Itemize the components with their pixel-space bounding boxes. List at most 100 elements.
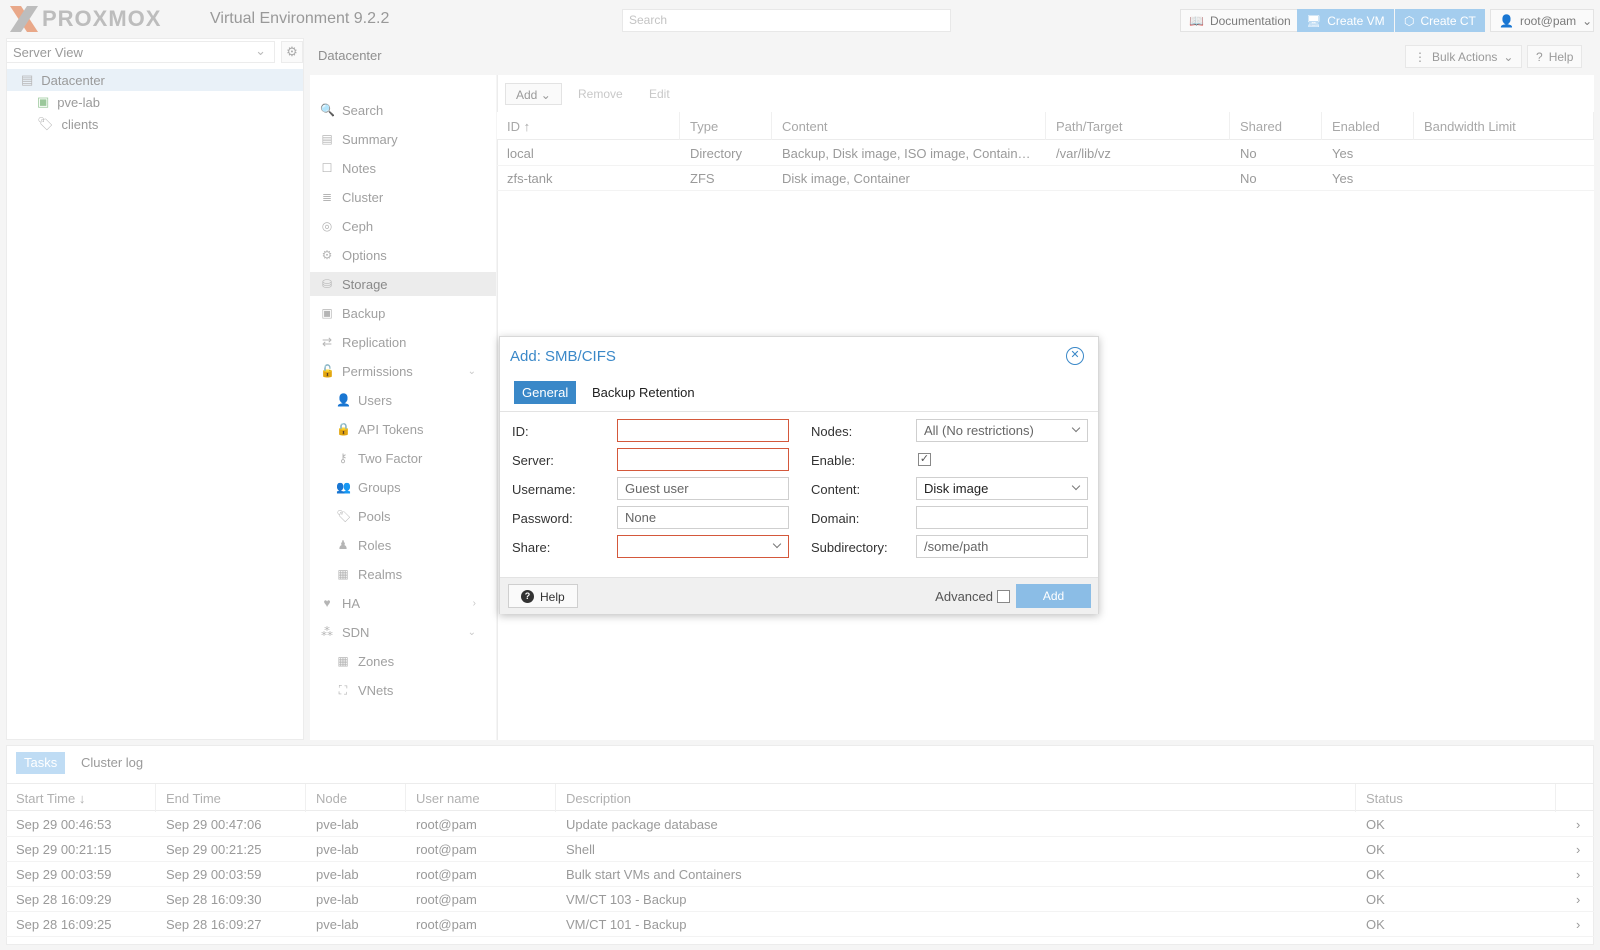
tab-tasks[interactable]: Tasks <box>16 752 66 774</box>
tab-cluster-log[interactable]: Cluster log <box>73 752 151 774</box>
cube-icon: ⬡ <box>1404 14 1415 28</box>
replication-icon: ⇄ <box>321 335 333 349</box>
nav-item-permissions[interactable]: 🔓 Permissions ⌄ <box>310 359 496 383</box>
server-field[interactable] <box>617 448 789 471</box>
help-button[interactable]: ? Help <box>1527 45 1583 68</box>
nav-item-users[interactable]: 👤 Users <box>310 388 496 412</box>
tree-item-pve-lab[interactable]: ▣ pve-lab <box>7 91 303 113</box>
tree-item-clients[interactable]: 🏷 clients <box>7 113 303 135</box>
column-header-end-time[interactable]: End Time <box>156 784 306 812</box>
global-search-input[interactable]: Search <box>622 9 951 32</box>
documentation-button[interactable]: 📖 Documentation <box>1180 9 1300 32</box>
task-row[interactable]: Sep 28 16:09:29 Sep 28 16:09:30 pve-lab roo… <box>6 887 1594 912</box>
column-header-status[interactable]: Status <box>1356 784 1556 812</box>
column-header-bandwidth[interactable]: Bandwidth Limit <box>1414 112 1594 140</box>
tree-settings-button[interactable]: ⚙ <box>281 41 303 63</box>
sort-desc-icon: ↓ <box>78 791 86 806</box>
task-row[interactable]: Sep 29 00:46:53 Sep 29 00:47:06 pve-lab roo… <box>6 812 1594 837</box>
subdirectory-field[interactable]: /some/path <box>916 535 1088 558</box>
task-row[interactable]: Sep 29 00:03:59 Sep 29 00:03:59 pve-lab roo… <box>6 862 1594 887</box>
task-grid-header: Start Time ↓ End Time Node User name Des… <box>6 783 1594 812</box>
create-ct-button[interactable]: ⬡ Create CT <box>1395 9 1485 32</box>
chevron-down-icon <box>772 539 782 549</box>
nav-item-groups[interactable]: 👥 Groups <box>310 475 496 499</box>
chevron-right-icon[interactable]: › <box>1566 837 1590 862</box>
password-label: Password: <box>512 511 573 526</box>
task-cell: Sep 28 16:09:30 <box>166 892 262 907</box>
nodes-label: Nodes: <box>811 424 853 439</box>
enable-label: Enable: <box>811 453 856 468</box>
username-field[interactable]: Guest user <box>617 477 789 500</box>
column-header-description[interactable]: Description <box>556 784 1356 812</box>
storage-cell: /var/lib/vz <box>1056 146 1111 161</box>
close-icon[interactable]: ✕ <box>1066 347 1084 365</box>
column-header-enabled[interactable]: Enabled <box>1322 112 1414 140</box>
share-select[interactable] <box>617 535 789 558</box>
storage-cell: No <box>1240 171 1257 186</box>
server-view-select[interactable]: Server View ⌄ <box>6 41 275 63</box>
bulk-actions-button[interactable]: ⋮ Bulk Actions ⌄ <box>1405 45 1523 68</box>
column-header-content[interactable]: Content <box>772 112 1046 140</box>
column-header-start-time[interactable]: Start Time ↓ <box>6 784 156 812</box>
chevron-right-icon[interactable]: › <box>473 598 476 609</box>
column-header-shared[interactable]: Shared <box>1230 112 1322 140</box>
dialog-help-button[interactable]: ? Help <box>508 584 578 608</box>
task-cell: pve-lab <box>316 917 359 932</box>
nav-item-label: Realms <box>358 566 403 582</box>
nav-item-replication[interactable]: ⇄ Replication <box>310 330 496 354</box>
chevron-down-icon[interactable]: ⌄ <box>468 627 476 638</box>
nav-item-label: SDN <box>342 624 370 640</box>
id-field[interactable] <box>617 419 789 442</box>
nav-item-backup[interactable]: ▣ Backup <box>310 301 496 325</box>
storage-add-button[interactable]: Add ⌄ <box>505 83 562 105</box>
column-header-type[interactable]: Type <box>680 112 772 140</box>
chevron-right-icon[interactable]: › <box>1566 887 1590 912</box>
storage-cell: Yes <box>1332 146 1354 161</box>
advanced-checkbox[interactable] <box>997 590 1010 603</box>
column-header-node[interactable]: Node <box>306 784 406 812</box>
chevron-right-icon[interactable]: › <box>1566 912 1590 937</box>
nav-item-search[interactable]: 🔍 Search <box>310 98 496 122</box>
storage-row[interactable]: local Directory Backup, Disk image, ISO im… <box>497 141 1594 166</box>
nav-item-api-tokens[interactable]: 🔒 API Tokens <box>310 417 496 441</box>
chevron-right-icon[interactable]: › <box>1566 862 1590 887</box>
content-label: Content: <box>811 482 861 497</box>
content-select[interactable]: Disk image <box>916 477 1088 500</box>
nav-item-realms[interactable]: ▦ Realms <box>310 562 496 586</box>
task-row[interactable]: Sep 29 00:21:15 Sep 29 00:21:25 pve-lab roo… <box>6 837 1594 862</box>
nav-item-storage[interactable]: ⛁ Storage <box>310 272 496 296</box>
chevron-down-icon[interactable]: ⌄ <box>468 366 476 377</box>
nav-item-zones[interactable]: ▦ Zones <box>310 649 496 673</box>
password-field[interactable]: None <box>617 506 789 529</box>
nav-item-roles[interactable]: ♟ Roles <box>310 533 496 557</box>
enable-checkbox[interactable]: ✓ <box>918 453 931 466</box>
dialog-add-button[interactable]: Add <box>1016 584 1091 608</box>
chevron-right-icon[interactable]: › <box>1566 812 1590 837</box>
storage-edit-button[interactable]: Edit <box>639 83 680 105</box>
nav-item-vnets[interactable]: ⛶ VNets <box>310 678 496 702</box>
column-header-id[interactable]: ID ↑ <box>497 112 680 140</box>
create-vm-button[interactable]: 🖥 Create VM <box>1297 9 1394 32</box>
user-menu-button[interactable]: 👤 root@pam ⌄ <box>1490 9 1594 32</box>
nav-item-sdn[interactable]: ⁂ SDN ⌄ <box>310 620 496 644</box>
storage-row[interactable]: zfs-tank ZFS Disk image, Container No Yes <box>497 166 1594 191</box>
column-header-user[interactable]: User name <box>406 784 556 812</box>
nav-item-ha[interactable]: ♥ HA › <box>310 591 496 615</box>
resource-tree-panel <box>6 38 304 740</box>
nodes-select[interactable]: All (No restrictions) <box>916 419 1088 442</box>
storage-remove-button[interactable]: Remove <box>568 83 633 105</box>
nav-item-cluster[interactable]: ≣ Cluster <box>310 185 496 209</box>
nav-item-options[interactable]: ⚙ Options <box>310 243 496 267</box>
nav-item-two-factor[interactable]: ⚷ Two Factor <box>310 446 496 470</box>
nav-item-notes[interactable]: ☐ Notes <box>310 156 496 180</box>
male-icon: ♟ <box>337 538 349 552</box>
tab-backup-retention[interactable]: Backup Retention <box>584 381 703 404</box>
tree-item-datacenter[interactable]: ▤ Datacenter <box>7 69 303 91</box>
nav-item-summary[interactable]: ▤ Summary <box>310 127 496 151</box>
domain-field[interactable] <box>916 506 1088 529</box>
tab-general[interactable]: General <box>514 381 577 404</box>
nav-item-ceph[interactable]: ◎ Ceph <box>310 214 496 238</box>
nav-item-pools[interactable]: 🏷 Pools <box>310 504 496 528</box>
task-row[interactable]: Sep 28 16:09:25 Sep 28 16:09:27 pve-lab roo… <box>6 912 1594 937</box>
column-header-path[interactable]: Path/Target <box>1046 112 1230 140</box>
